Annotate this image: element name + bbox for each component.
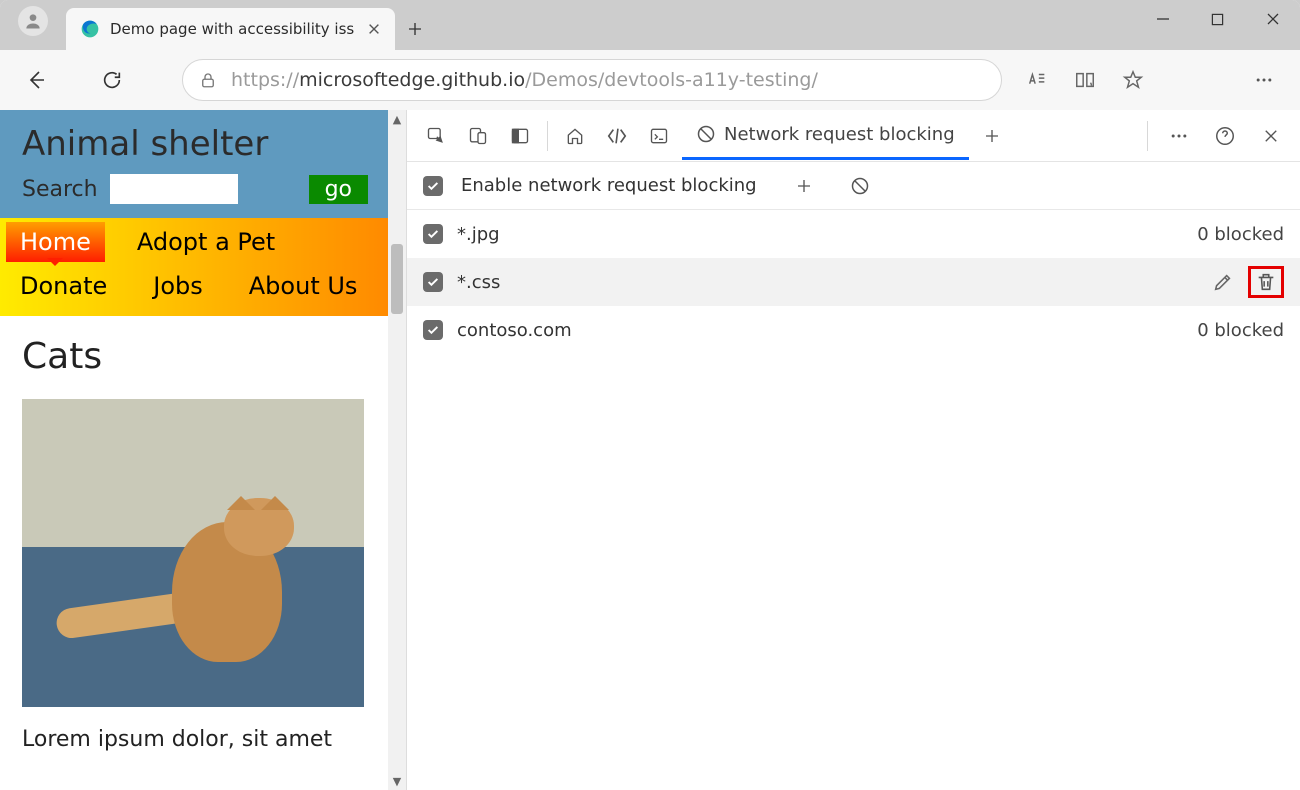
pattern-checkbox[interactable] bbox=[423, 224, 443, 244]
inspect-element-icon[interactable] bbox=[417, 117, 455, 155]
favorite-icon[interactable] bbox=[1120, 67, 1146, 93]
url-text: https://microsoftedge.github.io/Demos/de… bbox=[231, 69, 818, 91]
devtools-panel: Network request blocking bbox=[406, 110, 1300, 790]
profile-avatar[interactable] bbox=[18, 6, 48, 36]
lock-icon bbox=[199, 71, 217, 89]
settings-menu-button[interactable] bbox=[1246, 62, 1282, 98]
site-title: Animal shelter bbox=[22, 124, 372, 164]
pattern-checkbox[interactable] bbox=[423, 320, 443, 340]
window-controls bbox=[1135, 0, 1300, 42]
page-nav: Home Adopt a Pet Donate Jobs About Us bbox=[0, 218, 388, 316]
blocking-pattern-list: *.jpg 0 blocked *.css bbox=[407, 210, 1300, 790]
pattern-text: contoso.com bbox=[457, 320, 572, 341]
devtools-tabstrip: Network request blocking bbox=[407, 110, 1300, 162]
back-button[interactable] bbox=[18, 62, 54, 98]
search-label: Search bbox=[22, 177, 98, 202]
page-heading: Cats bbox=[22, 336, 366, 377]
devtools-close-icon[interactable] bbox=[1252, 117, 1290, 155]
scroll-up-icon[interactable]: ▲ bbox=[388, 110, 406, 128]
device-emulation-icon[interactable] bbox=[459, 117, 497, 155]
elements-tab-icon[interactable] bbox=[598, 117, 636, 155]
address-bar-row: https://microsoftedge.github.io/Demos/de… bbox=[0, 50, 1300, 110]
scroll-down-icon[interactable]: ▼ bbox=[388, 772, 406, 790]
refresh-button[interactable] bbox=[94, 62, 130, 98]
edge-favicon-icon bbox=[80, 19, 100, 39]
delete-pattern-icon[interactable] bbox=[1248, 266, 1284, 298]
devtools-help-icon[interactable] bbox=[1206, 117, 1244, 155]
read-aloud-icon[interactable] bbox=[1024, 67, 1050, 93]
blocking-pattern-row[interactable]: *.css bbox=[407, 258, 1300, 306]
welcome-tab-icon[interactable] bbox=[556, 117, 594, 155]
network-request-blocking-tab[interactable]: Network request blocking bbox=[682, 112, 969, 160]
address-bar[interactable]: https://microsoftedge.github.io/Demos/de… bbox=[182, 59, 1002, 101]
page-viewport: Animal shelter Search go Home Adopt a Pe… bbox=[0, 110, 406, 790]
nav-about[interactable]: About Us bbox=[235, 266, 372, 306]
page-header: Animal shelter Search go bbox=[0, 110, 388, 218]
reading-view-icon[interactable] bbox=[1072, 67, 1098, 93]
minimize-button[interactable] bbox=[1135, 0, 1190, 38]
nav-donate[interactable]: Donate bbox=[14, 266, 121, 306]
pattern-text: *.css bbox=[457, 272, 500, 293]
enable-blocking-checkbox[interactable] bbox=[423, 176, 443, 196]
blocking-pattern-row[interactable]: *.jpg 0 blocked bbox=[407, 210, 1300, 258]
search-input[interactable] bbox=[110, 174, 238, 204]
enable-blocking-label: Enable network request blocking bbox=[461, 175, 757, 196]
more-tabs-button[interactable] bbox=[973, 117, 1011, 155]
new-tab-button[interactable] bbox=[395, 8, 435, 50]
pattern-blocked-count: 0 blocked bbox=[1197, 224, 1284, 245]
blocking-toolbar: Enable network request blocking bbox=[407, 162, 1300, 210]
tab-close-icon[interactable] bbox=[365, 20, 383, 38]
pattern-blocked-count: 0 blocked bbox=[1197, 320, 1284, 341]
devtools-more-icon[interactable] bbox=[1160, 117, 1198, 155]
console-tab-icon[interactable] bbox=[640, 117, 678, 155]
page-scrollbar[interactable]: ▲ ▼ bbox=[388, 110, 406, 790]
close-window-button[interactable] bbox=[1245, 0, 1300, 38]
search-go-button[interactable]: go bbox=[309, 175, 368, 204]
remove-all-patterns-button[interactable] bbox=[841, 167, 879, 205]
browser-tab[interactable]: Demo page with accessibility issu bbox=[66, 8, 395, 50]
blocking-pattern-row[interactable]: contoso.com 0 blocked bbox=[407, 306, 1300, 354]
page-paragraph: Lorem ipsum dolor, sit amet bbox=[22, 727, 366, 752]
scroll-thumb[interactable] bbox=[391, 244, 403, 314]
dock-side-icon[interactable] bbox=[501, 117, 539, 155]
maximize-button[interactable] bbox=[1190, 0, 1245, 38]
titlebar: Demo page with accessibility issu bbox=[0, 0, 1300, 50]
nav-jobs[interactable]: Jobs bbox=[139, 266, 217, 306]
tab-title: Demo page with accessibility issu bbox=[110, 20, 355, 38]
pattern-checkbox[interactable] bbox=[423, 272, 443, 292]
devtools-tab-label: Network request blocking bbox=[724, 124, 955, 145]
nav-home[interactable]: Home bbox=[6, 222, 105, 262]
add-pattern-button[interactable] bbox=[785, 167, 823, 205]
pattern-text: *.jpg bbox=[457, 224, 500, 245]
edit-pattern-icon[interactable] bbox=[1212, 271, 1234, 293]
nav-adopt[interactable]: Adopt a Pet bbox=[123, 222, 289, 262]
cat-image bbox=[22, 399, 364, 707]
